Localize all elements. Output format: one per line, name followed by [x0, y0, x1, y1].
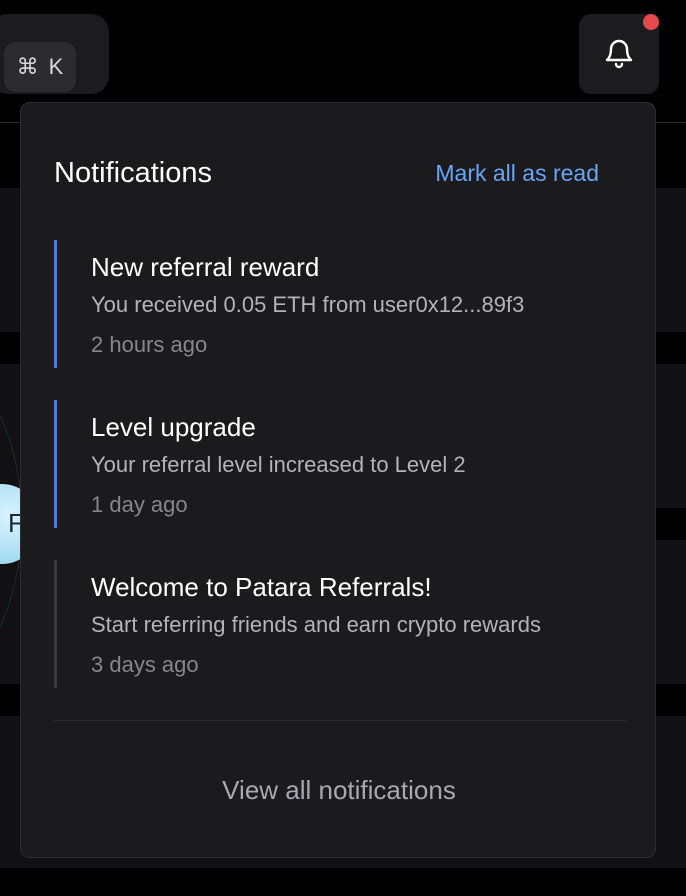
notification-item[interactable]: Welcome to Patara Referrals! Start refer… — [54, 560, 627, 688]
search-shortcut-button[interactable]: ⌘ K — [0, 14, 109, 94]
view-all-notifications-link[interactable]: View all notifications — [21, 775, 657, 806]
notification-item[interactable]: Level upgrade Your referral level increa… — [54, 400, 627, 528]
notifications-dropdown: Notifications Mark all as read New refer… — [20, 102, 656, 858]
notification-time: 1 day ago — [91, 492, 188, 517]
notification-body: Start referring friends and earn crypto … — [91, 612, 541, 637]
mark-all-read-button[interactable]: Mark all as read — [435, 160, 599, 187]
dropdown-divider — [54, 720, 626, 721]
notification-title: Welcome to Patara Referrals! — [91, 572, 432, 602]
notification-title: Level upgrade — [91, 412, 256, 442]
dropdown-title: Notifications — [54, 157, 212, 189]
keyboard-shortcut-badge: ⌘ K — [4, 42, 76, 92]
bell-icon — [599, 32, 639, 77]
app-screen: F ⌘ K Notifications Mark all as read New… — [0, 0, 686, 896]
notification-title: New referral reward — [91, 252, 320, 282]
notification-dot — [643, 14, 659, 30]
notification-item[interactable]: New referral reward You received 0.05 ET… — [54, 240, 627, 368]
command-key-icon: ⌘ — [16, 54, 39, 79]
notification-body: You received 0.05 ETH from user0x12...89… — [91, 292, 525, 317]
shortcut-key-label: K — [48, 54, 64, 79]
notification-time: 2 hours ago — [91, 332, 208, 357]
notification-time: 3 days ago — [91, 652, 199, 677]
notification-body: Your referral level increased to Level 2 — [91, 452, 466, 477]
